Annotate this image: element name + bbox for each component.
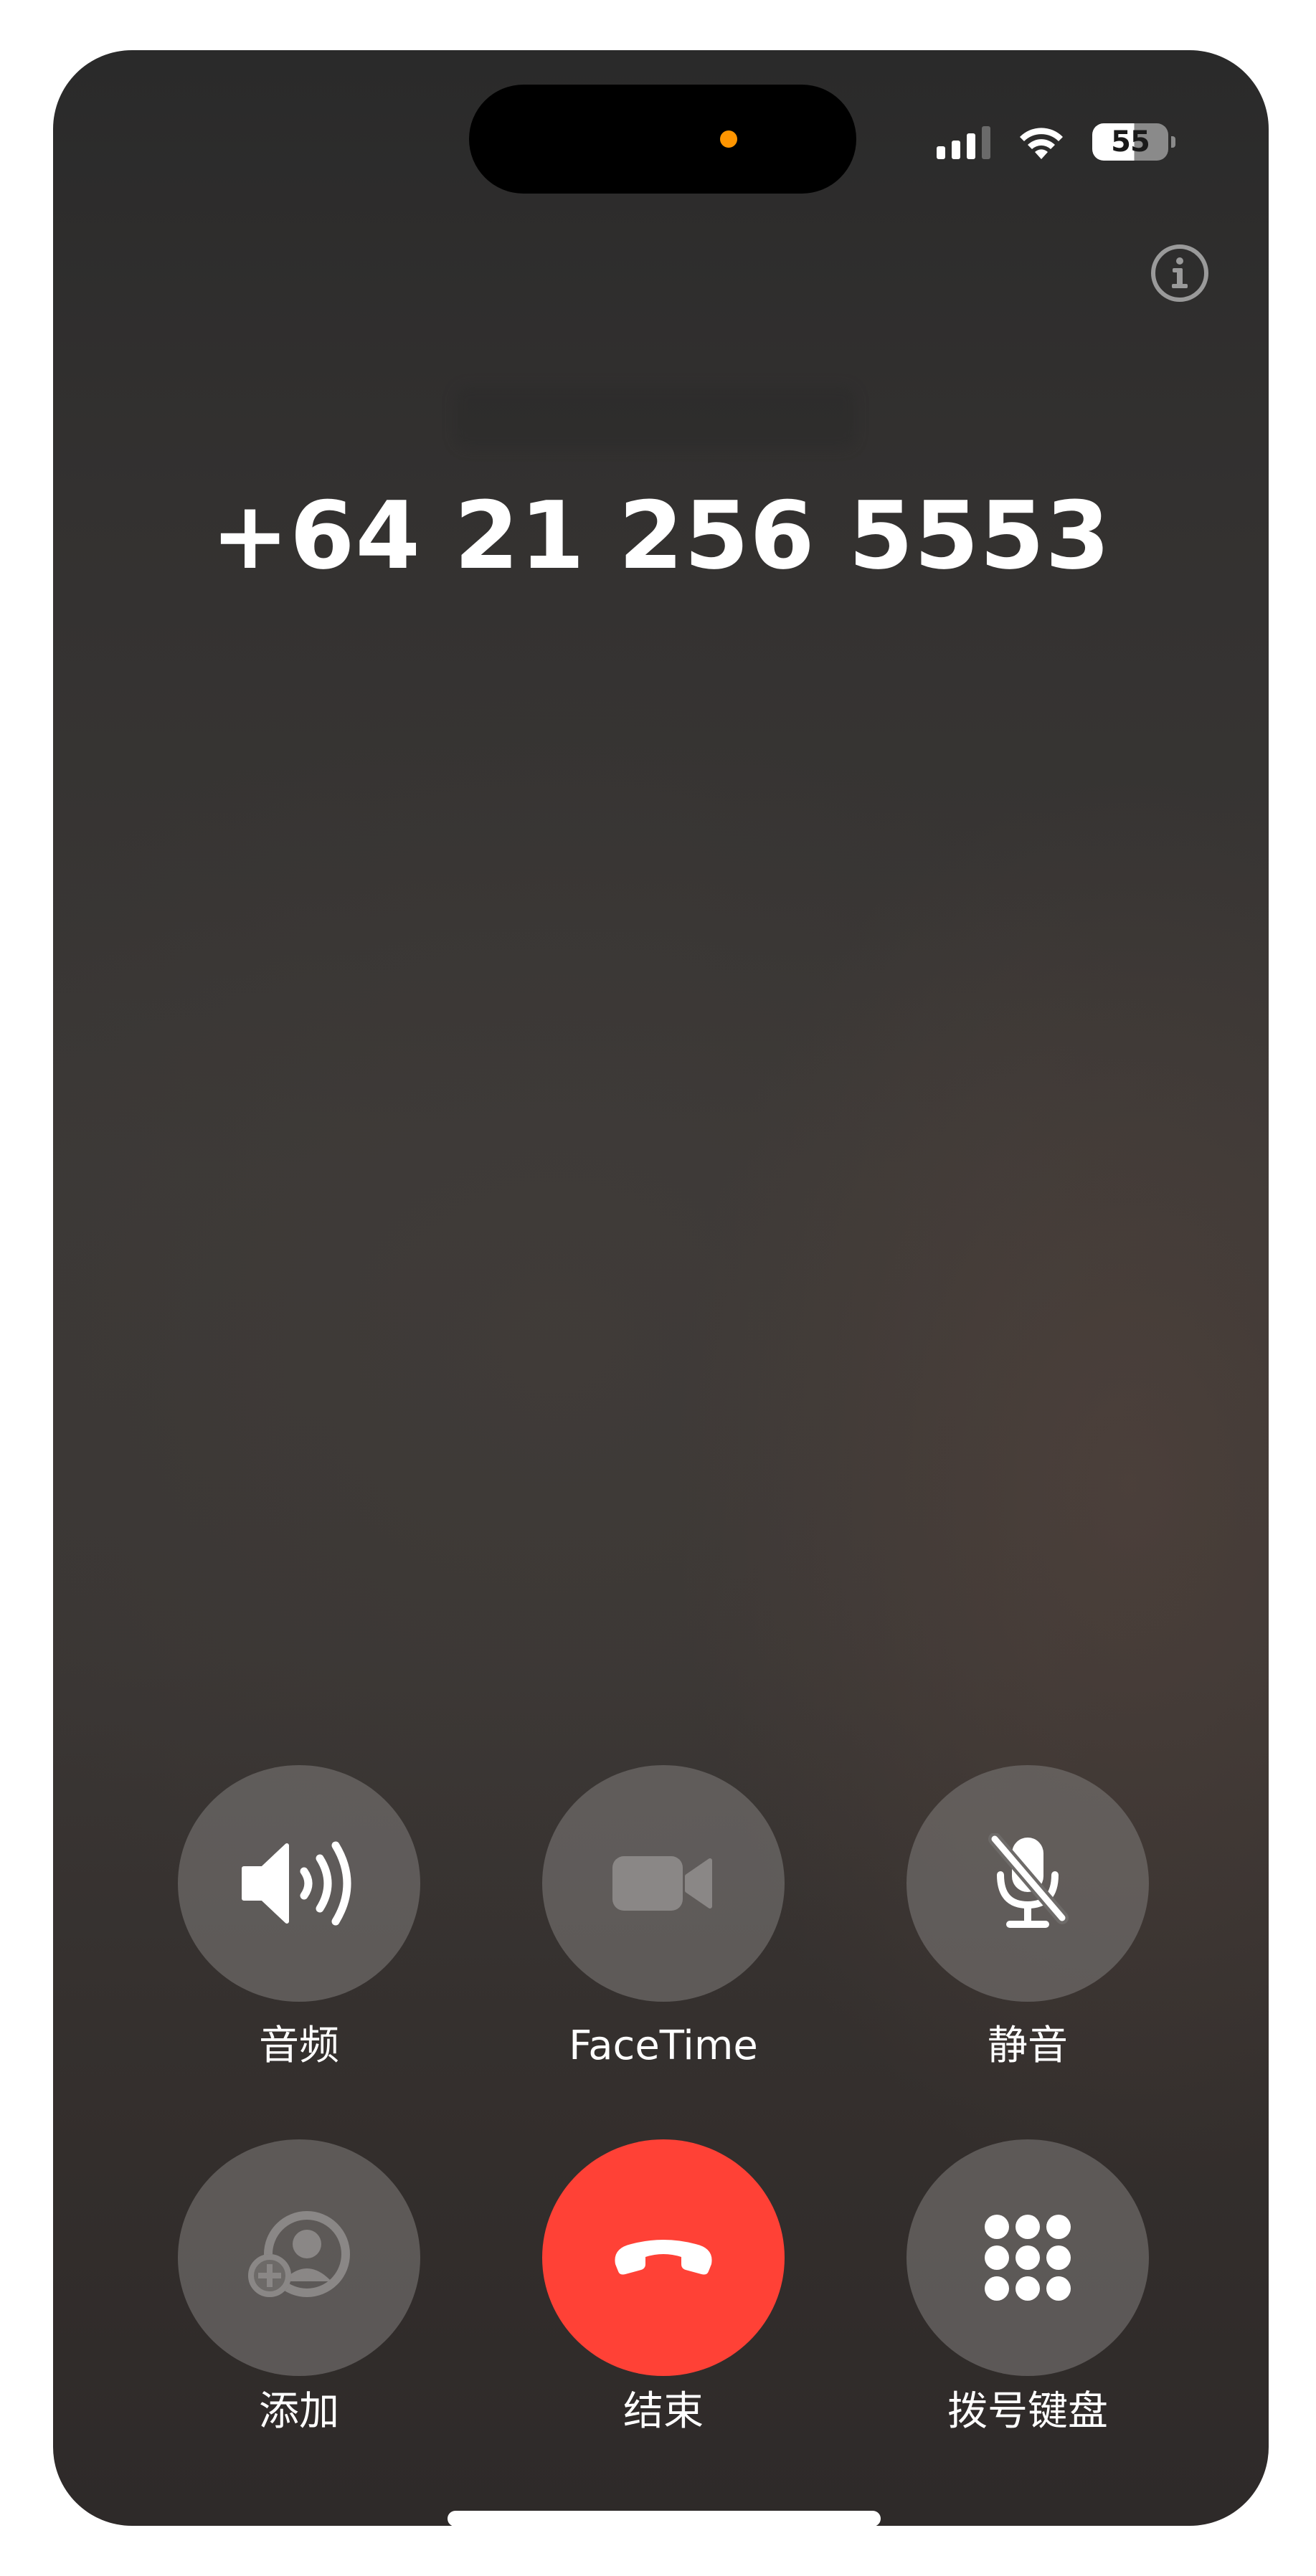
mute-button[interactable]: [906, 1765, 1149, 2002]
keypad-label: 拨号键盘: [947, 2388, 1108, 2435]
end-call-button[interactable]: [542, 2139, 785, 2376]
add-person-icon: [248, 2211, 350, 2297]
cellular-signal-icon: [937, 125, 990, 159]
keypad-button[interactable]: [906, 2139, 1149, 2376]
add-call-button[interactable]: [178, 2139, 420, 2376]
home-indicator[interactable]: [448, 2511, 881, 2526]
contact-name-hidden: [455, 386, 856, 449]
wifi-icon: [1020, 128, 1063, 159]
audio-label: 音频: [259, 2023, 339, 2069]
add-label: 添加: [259, 2388, 339, 2435]
battery-level: 55: [1111, 125, 1150, 158]
status-bar: 55: [937, 120, 1175, 163]
end-label: 结束: [623, 2388, 704, 2435]
recording-indicator-dot: [720, 130, 737, 148]
video-camera-icon: [612, 1856, 712, 1911]
facetime-label: FaceTime: [569, 2023, 758, 2069]
battery-icon: 55: [1092, 123, 1175, 161]
speaker-wave-icon: [242, 1841, 351, 1926]
call-screen: 55 +64 21 256 5553 音频 FaceTime 静音 添加 结束 …: [53, 50, 1269, 2526]
info-circle-icon[interactable]: [1150, 244, 1209, 303]
microphone-slash-icon: [988, 1833, 1069, 1928]
mute-label: 静音: [988, 2023, 1068, 2069]
keypad-icon: [985, 2215, 1071, 2301]
facetime-button[interactable]: [542, 1765, 785, 2002]
phone-hangup-icon: [615, 2240, 712, 2275]
audio-button[interactable]: [178, 1765, 420, 2002]
phone-number: +64 21 256 5553: [211, 481, 1111, 590]
dynamic-island: [469, 85, 856, 194]
